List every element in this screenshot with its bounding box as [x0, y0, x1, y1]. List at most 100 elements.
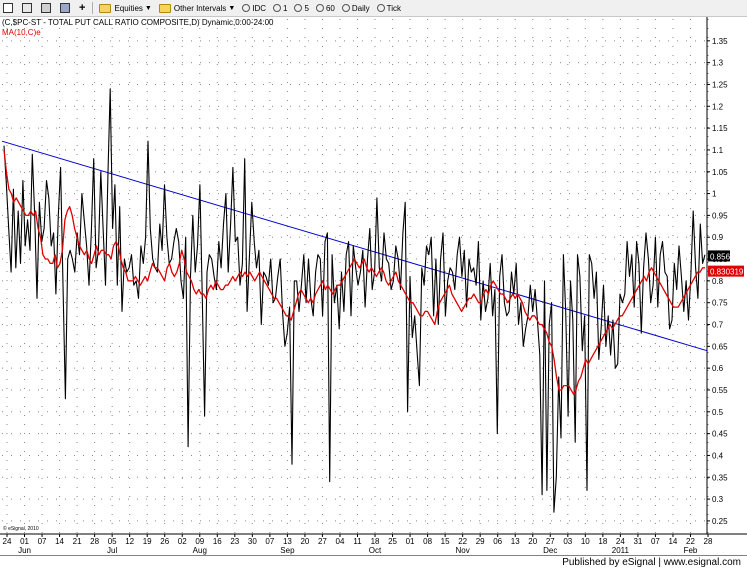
interval-tick-label: Tick	[386, 3, 401, 13]
add-plus-icon[interactable]: +	[76, 1, 88, 15]
toolbar-divider	[92, 2, 94, 14]
x-tick-label: 09	[195, 537, 204, 546]
x-tick-label: 31	[633, 537, 642, 546]
x-tick-label: 16	[213, 537, 222, 546]
interval-idc-label: IDC	[252, 3, 267, 13]
other-intervals-button[interactable]: Other Intervals ▼	[156, 1, 238, 15]
interval-1-button[interactable]: 1	[270, 1, 290, 15]
ma-value-label: 0.830319	[710, 268, 744, 277]
interval-5-label: 5	[304, 3, 309, 13]
interval-circle-icon	[376, 4, 385, 12]
folder-icon	[99, 3, 112, 13]
interval-circle-icon	[341, 4, 350, 12]
copy-icon[interactable]	[19, 1, 37, 15]
interval-circle-icon	[242, 4, 251, 12]
x-month-label: Oct	[369, 546, 382, 555]
x-month-label: Aug	[193, 546, 207, 555]
interval-circle-icon	[273, 4, 282, 12]
x-tick-label: 24	[3, 537, 12, 546]
y-tick-label: 0.5	[712, 408, 724, 417]
y-tick-label: 0.35	[712, 473, 728, 482]
x-tick-label: 07	[38, 537, 47, 546]
y-tick-label: 0.45	[712, 430, 728, 439]
x-tick-label: 02	[178, 537, 187, 546]
interval-5-button[interactable]: 5	[291, 1, 311, 15]
grid	[2, 19, 709, 534]
y-tick-label: 1.1	[712, 146, 724, 155]
interval-60-label: 60	[325, 3, 335, 13]
x-tick-label: 14	[55, 537, 64, 546]
y-tick-label: 0.95	[712, 211, 728, 220]
folder-icon	[158, 3, 171, 13]
print-icon[interactable]	[38, 1, 56, 15]
x-tick-label: 28	[90, 537, 99, 546]
interval-idc-button[interactable]: IDC	[239, 1, 269, 15]
x-tick-label: 19	[143, 537, 152, 546]
price-label-box: 0.856	[708, 250, 731, 262]
y-tick-label: 1.35	[712, 37, 728, 46]
equities-label: Equities	[114, 3, 143, 13]
interval-tick-button[interactable]: Tick	[374, 1, 404, 15]
y-tick-label: 0.8	[712, 277, 724, 286]
window-menu-icon[interactable]	[0, 1, 18, 15]
interval-circle-icon	[294, 4, 303, 12]
footer-bar: Published by eSignal | www.esignal.com	[0, 555, 747, 569]
x-tick-label: 07	[651, 537, 660, 546]
price-line	[3, 88, 706, 513]
x-month-label: Feb	[684, 546, 698, 555]
x-month-label: Dec	[543, 546, 557, 555]
y-tick-label: 0.65	[712, 342, 728, 351]
x-tick-label: 26	[160, 537, 169, 546]
x-month-label: Sep	[280, 546, 295, 555]
save-icon[interactable]	[57, 1, 75, 15]
x-tick-label: 28	[704, 537, 713, 546]
put-call-ratio-chart: 1.351.31.251.21.151.11.0510.950.90.850.8…	[0, 17, 747, 555]
x-month-label: 2011	[612, 546, 630, 555]
y-axis-ticks: 1.351.31.251.21.151.11.0510.950.90.850.8…	[707, 37, 728, 526]
x-tick-label: 20	[300, 537, 309, 546]
x-month-label: Nov	[456, 546, 470, 555]
series	[3, 88, 706, 513]
x-tick-label: 21	[73, 537, 82, 546]
chevron-down-icon: ▼	[228, 4, 236, 12]
x-tick-label: 05	[108, 537, 117, 546]
x-tick-label: 15	[441, 537, 450, 546]
y-tick-label: 0.3	[712, 495, 724, 504]
x-tick-label: 10	[581, 537, 590, 546]
chart-title: (C,$PC-ST - TOTAL PUT CALL RATIO COMPOSI…	[2, 18, 274, 27]
x-tick-label: 25	[388, 537, 397, 546]
interval-circle-icon	[315, 4, 324, 12]
interval-daily-button[interactable]: Daily	[339, 1, 373, 15]
x-tick-label: 08	[423, 537, 432, 546]
x-tick-label: 29	[476, 537, 485, 546]
footer-credit: Published by eSignal | www.esignal.com	[562, 557, 741, 568]
x-tick-label: 18	[371, 537, 380, 546]
x-tick-label: 18	[598, 537, 607, 546]
chart-toolbar: + Equities ▼ Other Intervals ▼ IDC 1 5 60 …	[0, 0, 747, 17]
chevron-down-icon: ▼	[144, 4, 152, 12]
y-tick-label: 0.6	[712, 364, 724, 373]
x-month-label: Jul	[107, 546, 117, 555]
y-tick-label: 0.55	[712, 386, 728, 395]
y-tick-label: 0.25	[712, 517, 728, 526]
y-tick-label: 1.05	[712, 168, 728, 177]
x-tick-label: 06	[493, 537, 502, 546]
x-tick-label: 03	[563, 537, 572, 546]
x-tick-label: 27	[318, 537, 327, 546]
y-tick-label: 1.15	[712, 124, 728, 133]
y-tick-label: 0.4	[712, 451, 724, 460]
x-tick-label: 14	[668, 537, 677, 546]
x-tick-label: 01	[406, 537, 415, 546]
x-tick-label: 01	[20, 537, 29, 546]
y-tick-label: 1	[712, 190, 717, 199]
x-month-label: Jun	[18, 546, 31, 555]
x-tick-label: 23	[230, 537, 239, 546]
x-tick-label: 22	[458, 537, 467, 546]
x-tick-label: 22	[686, 537, 695, 546]
y-tick-label: 1.25	[712, 80, 728, 89]
x-tick-label: 13	[511, 537, 520, 546]
interval-daily-label: Daily	[351, 3, 370, 13]
interval-60-button[interactable]: 60	[313, 1, 338, 15]
equities-button[interactable]: Equities ▼	[96, 1, 154, 15]
x-tick-label: 24	[616, 537, 625, 546]
